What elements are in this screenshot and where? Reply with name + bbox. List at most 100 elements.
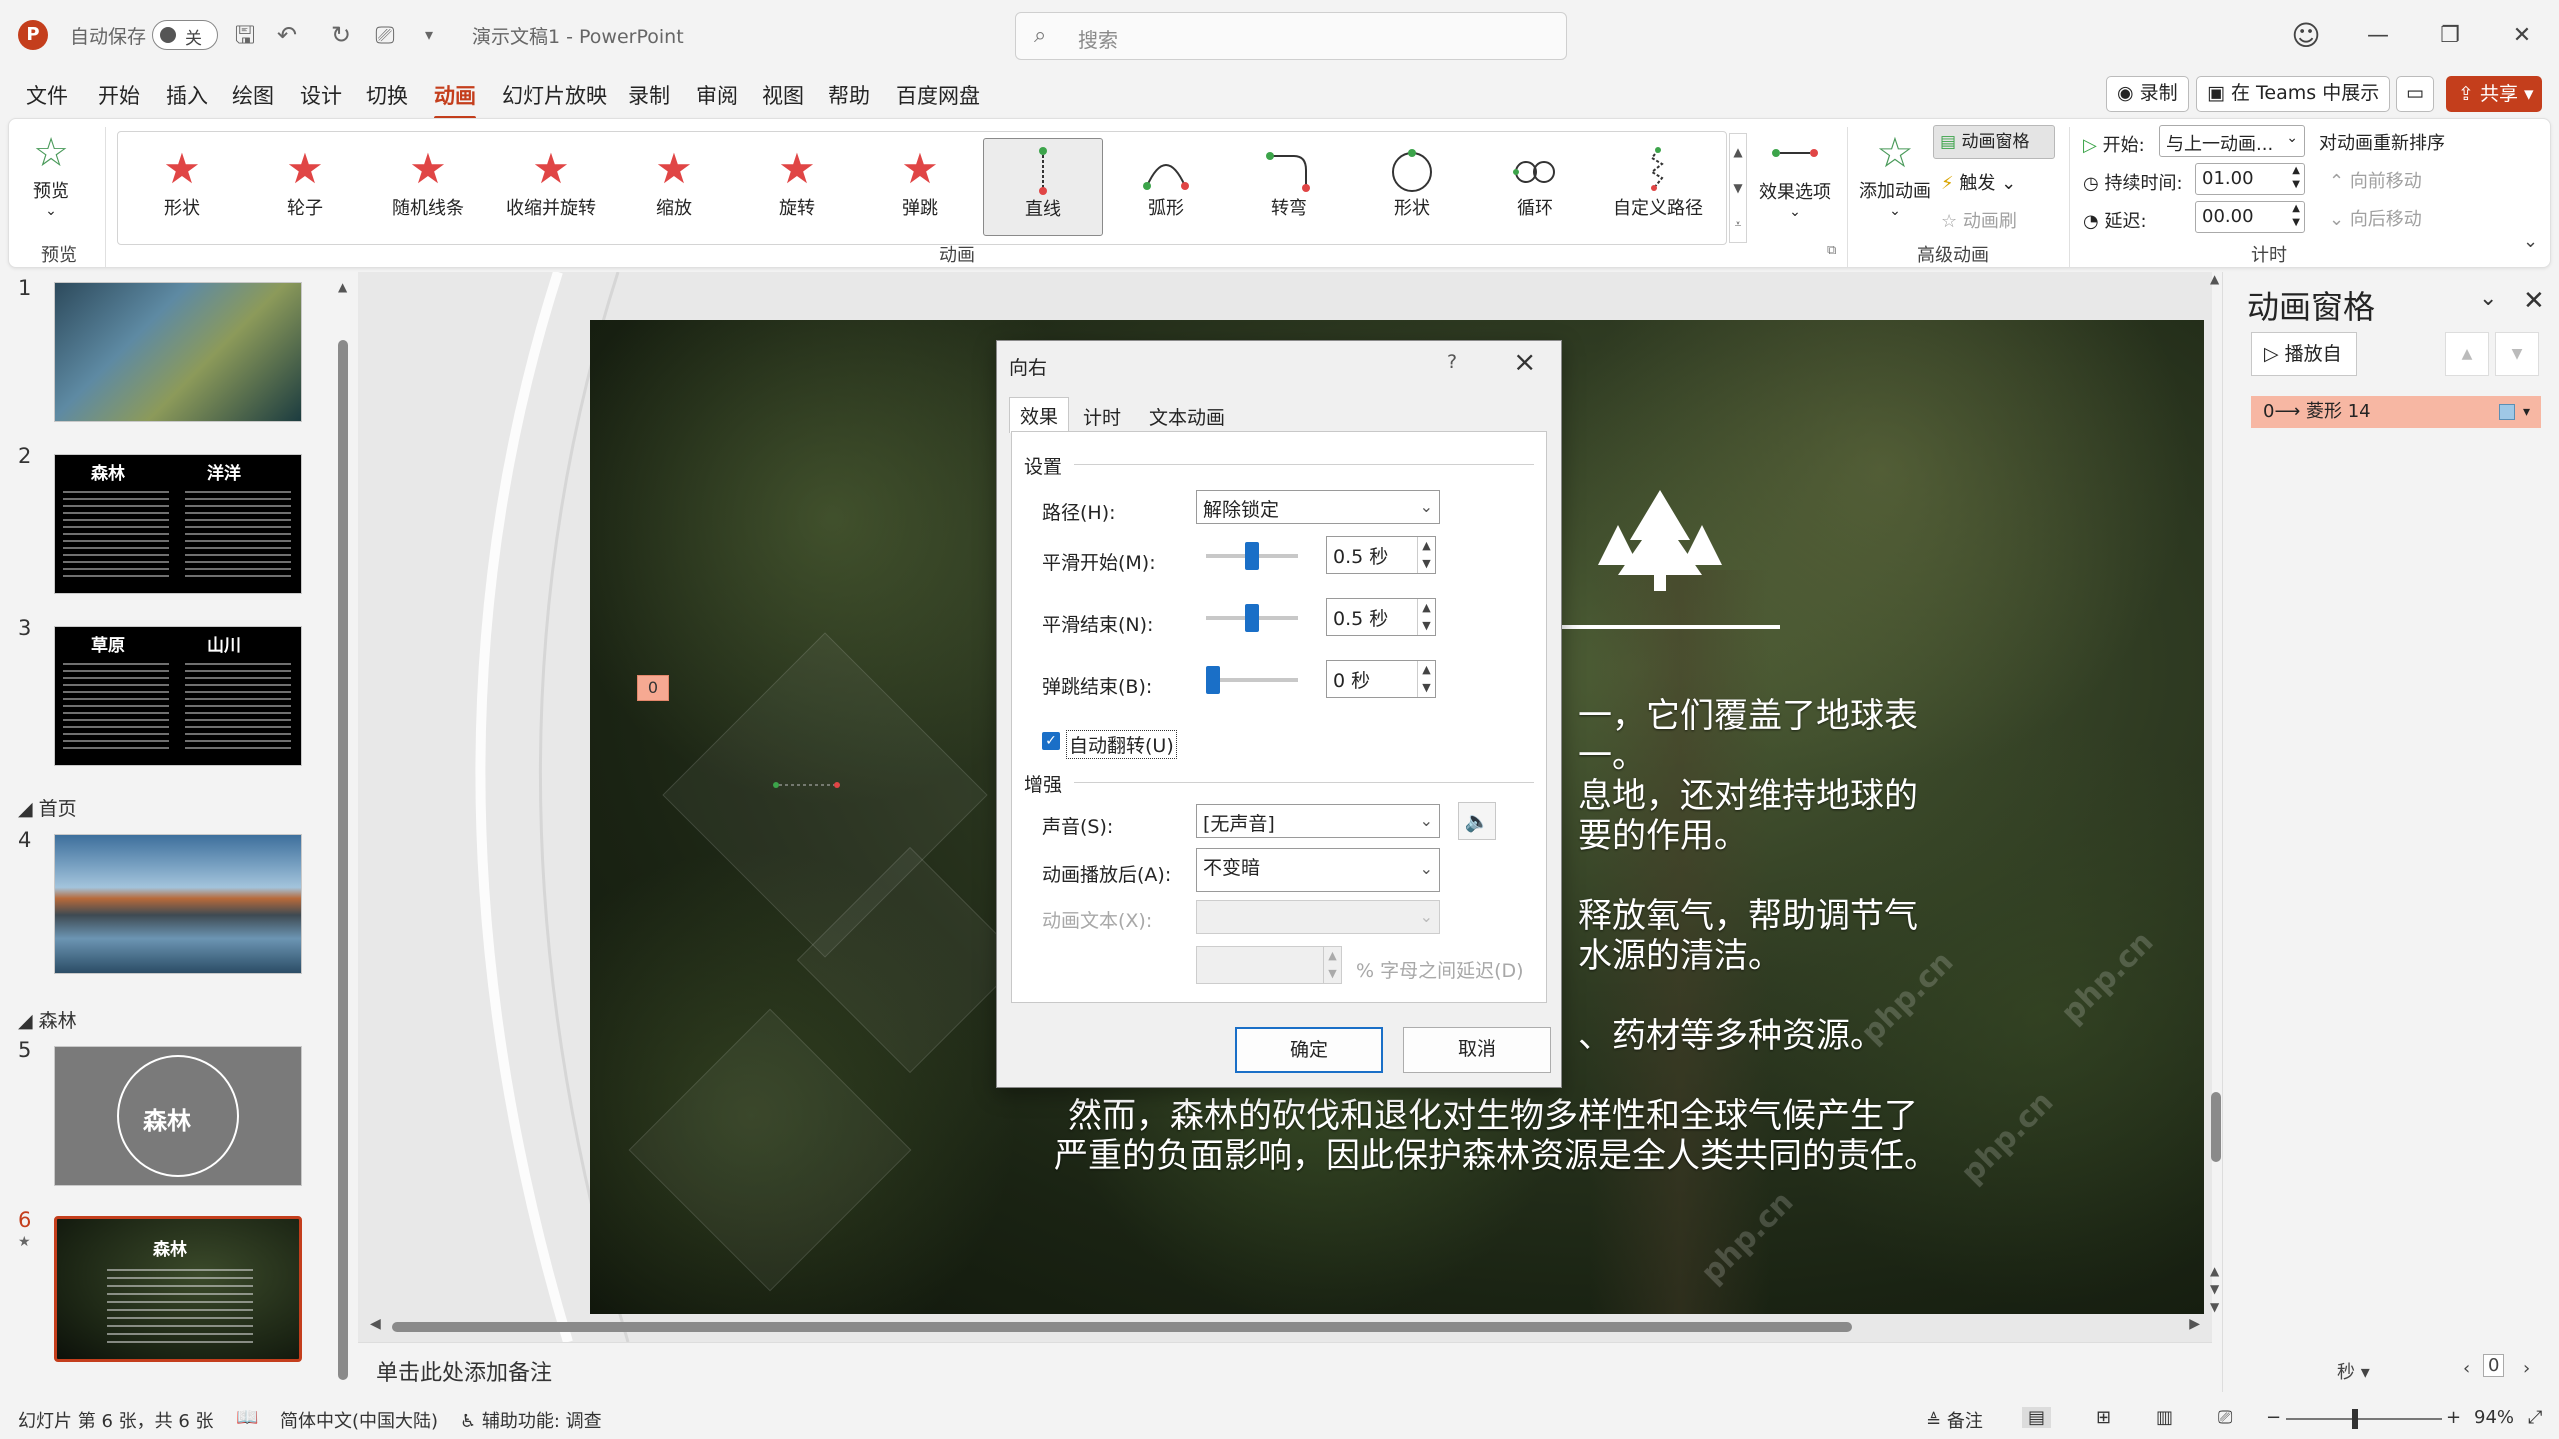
section-header[interactable]: ◢ 首页 <box>18 794 77 821</box>
smooth-start-slider[interactable] <box>1206 542 1298 570</box>
scroll-right-icon[interactable]: ▶ <box>2189 1316 2200 1332</box>
language[interactable]: 简体中文(中国大陆) <box>280 1407 438 1433</box>
spinner-arrows-icon[interactable]: ▲ ▼ <box>1417 599 1435 635</box>
tab-insert[interactable]: 插入 <box>166 80 208 110</box>
anim-turn-path[interactable]: 转弯 <box>1229 138 1349 236</box>
timeline-next-icon[interactable]: › <box>2523 1358 2530 1379</box>
record-button[interactable]: ◉ 录制 <box>2106 76 2189 112</box>
scroll-up-icon[interactable]: ▲ <box>338 280 347 294</box>
notes-toggle[interactable]: ≜ 备注 <box>1926 1407 1983 1433</box>
anim-swivel[interactable]: ★ 旋转 <box>737 138 857 236</box>
trigger-button[interactable]: ⚡ 触发 ⌄ <box>1941 169 2016 195</box>
slide-body-line[interactable]: 水源的清洁。 <box>1578 936 1782 976</box>
scroll-thumb[interactable] <box>338 340 348 1380</box>
anim-zoom[interactable]: ★ 缩放 <box>614 138 734 236</box>
slide-body-line[interactable]: 、药材等多种资源。 <box>1578 1016 1884 1056</box>
motion-path[interactable] <box>770 775 850 795</box>
redo-icon[interactable]: ↻ <box>324 18 358 52</box>
letter-delay-spinner[interactable]: ▲ ▼ <box>1196 946 1342 984</box>
scroll-up-icon[interactable]: ▲ <box>2210 272 2219 286</box>
effect-options-button[interactable]: 效果选项 ⌄ <box>1755 133 1835 220</box>
normal-view-icon[interactable]: ▤ <box>2022 1407 2052 1428</box>
tab-draw[interactable]: 绘图 <box>232 80 274 110</box>
slide-body-line[interactable]: 一。 <box>1578 736 1646 776</box>
gallery-scroll[interactable]: ▲ ▼ ⩡ <box>1729 133 1747 243</box>
spellcheck-icon[interactable]: 📖 <box>236 1407 258 1428</box>
chevron-down-icon[interactable]: ▾ <box>2523 396 2530 428</box>
slide-body-line[interactable]: 释放氧气，帮助调节气 <box>1578 896 1918 936</box>
slide-thumbnail-3[interactable]: 草原 山川 <box>54 626 302 766</box>
after-animation-select[interactable]: 不变暗 ⌄ <box>1196 848 1440 892</box>
animation-painter-button[interactable]: ☆ 动画刷 <box>1941 207 2017 233</box>
seconds-dropdown[interactable]: 秒 ▾ <box>2337 1358 2370 1384</box>
ok-button[interactable]: 确定 <box>1235 1027 1383 1073</box>
add-animation-button[interactable]: ☆ 添加动画 ⌄ <box>1855 129 1935 220</box>
collapse-ribbon-icon[interactable]: ⌄ <box>2523 231 2538 252</box>
slide-body-line[interactable]: 严重的负面影响，因此保护森林资源是全人类共同的责任。 <box>1054 1136 1938 1176</box>
zoom-slider-knob[interactable] <box>2352 1409 2358 1429</box>
customize-qat-icon[interactable]: ▾ <box>412 18 446 52</box>
page-nav-arrows-icon[interactable]: ▲ ▼ ▼ <box>2210 1262 2219 1316</box>
slider-knob[interactable] <box>1245 604 1259 632</box>
anim-custom-path[interactable]: 自定义路径 <box>1598 138 1718 236</box>
anim-loop-path[interactable]: 循环 <box>1475 138 1595 236</box>
bounce-end-spinner[interactable]: 0 秒 ▲ ▼ <box>1326 660 1436 698</box>
close-window-icon[interactable]: ✕ <box>2500 14 2544 58</box>
slide-thumbnail-2[interactable]: 森林 洋洋 <box>54 454 302 594</box>
move-up-button[interactable]: ▲ <box>2445 332 2489 376</box>
present-in-teams-button[interactable]: ▣ 在 Teams 中展示 <box>2196 76 2391 112</box>
save-icon[interactable]: 🖫 <box>228 18 262 52</box>
slider-knob[interactable] <box>1245 542 1259 570</box>
slide-thumbnail-5[interactable]: 森林 <box>54 1046 302 1186</box>
reading-view-icon[interactable]: ▥ <box>2156 1407 2173 1428</box>
scroll-thumb[interactable] <box>392 1322 1852 1332</box>
tab-file[interactable]: 文件 <box>26 80 68 110</box>
anim-shape-path[interactable]: 形状 <box>1352 138 1472 236</box>
maximize-icon[interactable]: ❐ <box>2428 14 2472 58</box>
tab-slideshow[interactable]: 幻灯片放映 <box>502 80 607 110</box>
tab-view[interactable]: 视图 <box>762 80 804 110</box>
chevron-down-icon[interactable]: ⌄ <box>2479 286 2497 311</box>
play-from-button[interactable]: ▷ 播放自 <box>2251 332 2357 376</box>
speaker-icon[interactable]: 🔈 <box>1458 802 1496 840</box>
spinner-arrows-icon[interactable]: ▲ ▼ <box>1417 661 1435 697</box>
sound-select[interactable]: [无声音] ⌄ <box>1196 804 1440 838</box>
slide-body-line[interactable]: 息地，还对维持地球的 <box>1578 776 1918 816</box>
smooth-start-spinner[interactable]: 0.5 秒 ▲ ▼ <box>1326 536 1436 574</box>
cancel-button[interactable]: 取消 <box>1403 1027 1551 1073</box>
comments-button[interactable]: ▭ <box>2396 76 2434 112</box>
section-header[interactable]: ◢ 森林 <box>18 1006 77 1033</box>
anim-bounce[interactable]: ★ 弹跳 <box>860 138 980 236</box>
move-earlier-button[interactable]: ⌃ 向前移动 <box>2329 167 2422 193</box>
tab-help[interactable]: 帮助 <box>828 80 870 110</box>
preview-button[interactable]: ☆ 预览 ⌄ <box>21 129 81 219</box>
tab-review[interactable]: 审阅 <box>696 80 738 110</box>
slide-sorter-icon[interactable]: ⊞ <box>2096 1407 2111 1428</box>
notes-pane[interactable]: 单击此处添加备注 <box>358 1342 2212 1394</box>
scroll-thumb[interactable] <box>2211 1092 2221 1162</box>
notes-placeholder[interactable]: 单击此处添加备注 <box>376 1355 552 1387</box>
autosave-toggle[interactable]: 关 <box>152 20 218 50</box>
slide-thumbnail-6[interactable]: 森林 <box>54 1216 302 1362</box>
tab-baidu-netdisk[interactable]: 百度网盘 <box>896 80 980 110</box>
animation-list-item[interactable]: 0⟶ 菱形 14 ▾ <box>2251 396 2541 428</box>
animation-pane-button[interactable]: ▤ 动画窗格 <box>1933 125 2055 159</box>
tab-home[interactable]: 开始 <box>98 80 140 110</box>
slide-thumbnail-1[interactable] <box>54 282 302 422</box>
undo-icon[interactable]: ↶ <box>270 18 304 52</box>
tab-transitions[interactable]: 切换 <box>366 80 408 110</box>
slider-knob[interactable] <box>1206 666 1220 694</box>
move-down-button[interactable]: ▼ <box>2495 332 2539 376</box>
animate-text-select[interactable]: ⌄ <box>1196 900 1440 934</box>
search-box[interactable]: ⌕ 搜索 <box>1015 12 1567 60</box>
auto-reverse-label[interactable]: 自动翻转(U) <box>1066 730 1177 759</box>
tab-design[interactable]: 设计 <box>300 80 342 110</box>
search-input[interactable]: 搜索 <box>1078 24 1118 53</box>
anim-shape[interactable]: ★ 形状 <box>122 138 242 236</box>
delay-spinner[interactable]: 00.00 ▲ ▼ <box>2195 201 2305 233</box>
spinner-arrows-icon[interactable]: ▲ ▼ <box>1417 537 1435 573</box>
fit-to-window-icon[interactable]: ⤢ <box>2528 1407 2542 1428</box>
timeline-zoom-value[interactable]: 0 <box>2483 1354 2505 1377</box>
tab-animations[interactable]: 动画 <box>434 80 476 120</box>
move-later-button[interactable]: ⌄ 向后移动 <box>2329 205 2422 231</box>
